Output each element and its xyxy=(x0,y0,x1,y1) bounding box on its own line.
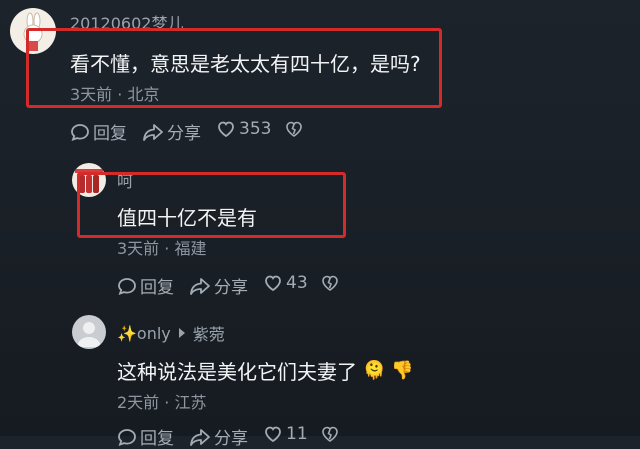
reply-label: 回复 xyxy=(93,124,127,144)
like-button[interactable]: 11 xyxy=(263,424,308,444)
reply-icon xyxy=(118,277,136,295)
share-icon xyxy=(143,123,163,141)
reply-button[interactable]: 回复 xyxy=(117,424,174,449)
share-label: 分享 xyxy=(214,278,248,298)
comment-meta: 2天前 · 江苏 xyxy=(117,389,206,413)
broken-heart-icon xyxy=(286,121,302,137)
comment-username[interactable]: ✨only xyxy=(117,324,171,343)
reply-icon xyxy=(118,428,136,446)
avatar[interactable] xyxy=(72,315,106,349)
like-count: 353 xyxy=(239,119,272,139)
reply-to-username[interactable]: 紫菀 xyxy=(193,321,225,345)
share-label: 分享 xyxy=(214,429,248,449)
comment-time: 2天前 xyxy=(117,393,160,412)
dislike-button[interactable] xyxy=(320,273,340,293)
comment-meta: 3天前 · 福建 xyxy=(117,235,206,259)
default-avatar-icon xyxy=(77,322,101,347)
share-button[interactable]: 分享 xyxy=(189,424,248,449)
share-button[interactable]: 分享 xyxy=(189,273,248,298)
reply-label: 回复 xyxy=(140,429,174,449)
share-button[interactable]: 分享 xyxy=(142,119,201,144)
comment-location: 江苏 xyxy=(174,393,207,412)
comment-text-row: 这种说法是美化它们夫妻了 🫠 👎 xyxy=(117,356,414,385)
highlight-box xyxy=(26,28,442,108)
meta-separator: · xyxy=(164,393,170,412)
caret-right-icon xyxy=(178,328,185,338)
comment-header: ✨only 紫菀 xyxy=(117,321,225,345)
reply-button[interactable]: 回复 xyxy=(70,119,127,144)
melting-face-emoji: 🫠 xyxy=(363,360,386,381)
dislike-button[interactable] xyxy=(320,424,340,444)
thumbs-down-emoji: 👎 xyxy=(391,360,414,381)
like-button[interactable]: 353 xyxy=(216,119,271,139)
highlight-box xyxy=(77,172,346,238)
meta-separator: · xyxy=(164,239,170,258)
comment-location: 福建 xyxy=(174,239,207,258)
share-label: 分享 xyxy=(167,124,201,144)
like-button[interactable]: 43 xyxy=(263,273,308,293)
comment-time: 3天前 xyxy=(117,239,160,258)
reply-label: 回复 xyxy=(140,278,174,298)
heart-icon xyxy=(265,275,281,292)
share-icon xyxy=(190,428,210,446)
heart-icon xyxy=(265,426,281,443)
heart-icon xyxy=(218,121,234,138)
broken-heart-icon xyxy=(322,275,338,291)
broken-heart-icon xyxy=(322,426,338,442)
reply-icon xyxy=(71,123,89,141)
like-count: 11 xyxy=(286,424,308,444)
dislike-button[interactable] xyxy=(284,119,304,139)
like-count: 43 xyxy=(286,273,308,293)
share-icon xyxy=(190,277,210,295)
reply-button[interactable]: 回复 xyxy=(117,273,174,298)
comment-text: 这种说法是美化它们夫妻了 xyxy=(117,360,357,384)
